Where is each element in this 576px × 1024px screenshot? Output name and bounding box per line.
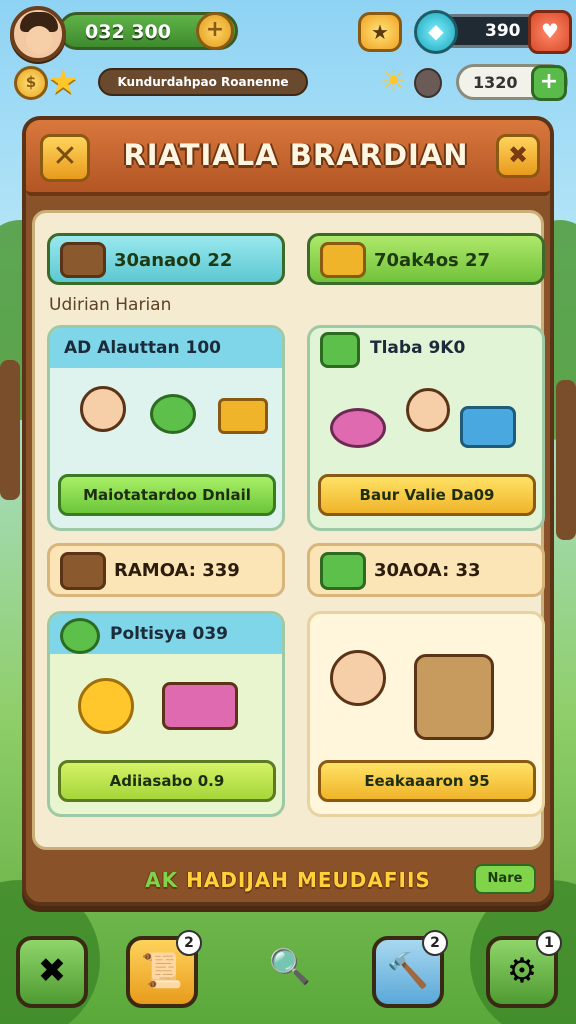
energy-add-button[interactable]: + — [531, 65, 567, 101]
leaf-icon — [320, 552, 366, 590]
footer-prefix: AK — [145, 868, 179, 892]
footer-text: HADIJAH MEUDAFIIS — [186, 868, 431, 892]
badge-icon — [60, 618, 100, 654]
card-3-button[interactable]: Adiiasabo 0.9 — [58, 760, 276, 802]
nav-glyph-1: ✖ — [37, 951, 67, 991]
pet-icon — [330, 408, 386, 448]
tab-button-1-label: 30anao0 22 — [114, 250, 233, 271]
nav-glyph-5: ⚙ — [506, 951, 538, 991]
character-icon — [80, 386, 126, 432]
tab-button-2-label: 70ak4os 27 — [374, 250, 491, 271]
reward-card-3[interactable]: Poltisya 039 Adiiasabo 0.9 — [47, 611, 285, 817]
close-button[interactable]: ✖ — [496, 134, 540, 178]
settings-icon[interactable]: ⚙ 1 — [486, 930, 562, 1008]
tab-button-1[interactable]: 30anao0 22 — [47, 233, 285, 285]
reward-row-2-label: 30AOA: 33 — [374, 560, 481, 581]
status-row: $ ★ Kundurdahpao Roanenne ☀ 1320 + — [0, 58, 576, 106]
reward-row-2[interactable]: 30AOA: 33 — [307, 543, 545, 597]
scroll-icon[interactable]: 📜 2 — [126, 930, 202, 1008]
plus-icon[interactable]: + — [196, 12, 234, 50]
diamond-icon: ◆ — [414, 10, 458, 54]
rewards-panel: ✕ RIATIALA BRARDIAN ✖ 30anao0 22 70ak4os… — [22, 116, 554, 906]
magnifier-icon[interactable]: 🔍 — [254, 936, 326, 1008]
device-icon — [414, 654, 494, 740]
close-icon[interactable]: ✖ — [16, 936, 88, 1008]
gold-bar-icon — [320, 242, 366, 278]
panel-footer: AK HADIJAH MEUDAFIIS — [36, 860, 540, 900]
reward-row-1[interactable]: RAMOA: 339 — [47, 543, 285, 597]
nav-glyph-4: 🔨 — [386, 951, 430, 991]
sun-icon: ☀ — [380, 64, 407, 99]
energy-counter: 1320 + — [456, 64, 568, 101]
player-name: Kundurdahpao Roanenne — [98, 68, 308, 96]
coin-amount: 032 300 — [85, 21, 171, 43]
gem-amount: 390 — [485, 21, 521, 41]
hammer-badge: 2 — [422, 930, 448, 956]
chest-icon — [60, 242, 106, 278]
energy-amount: 1320 — [473, 73, 518, 92]
character-icon — [330, 650, 386, 706]
top-bar: 032 300 + 390 ★ ◆ ♥ — [6, 4, 572, 62]
box-icon — [162, 682, 238, 730]
panel-banner: ✕ RIATIALA BRARDIAN ✖ — [26, 120, 550, 196]
swords-icon: ✕ — [40, 134, 90, 182]
dragon-icon — [150, 394, 196, 434]
stone-icon — [414, 68, 442, 98]
star-icon: ★ — [48, 62, 79, 102]
nav-glyph-2: 📜 — [140, 951, 184, 991]
panel-title: RIATIALA BRARDIAN — [123, 138, 469, 172]
nav-glyph-3: 🔍 — [268, 947, 312, 987]
chest-icon — [60, 552, 106, 590]
panel-content: 30anao0 22 70ak4os 27 Udirian Harian AD … — [32, 210, 545, 850]
card-2-button[interactable]: Baur Valie Da09 — [318, 474, 536, 516]
settings-badge: 1 — [536, 930, 562, 956]
scroll-badge: 2 — [176, 930, 202, 956]
coin-icon — [78, 678, 134, 734]
character-icon — [406, 388, 450, 432]
reward-card-4[interactable]: Eeakaaaron 95 — [307, 611, 545, 817]
card-1-button[interactable]: Maiotatardoo Dnlail — [58, 474, 276, 516]
crystal-icon — [460, 406, 516, 448]
reward-card-2[interactable]: Tlaba 9K0 Baur Valie Da09 — [307, 325, 545, 531]
tab-button-2[interactable]: 70ak4os 27 — [307, 233, 545, 285]
hammer-icon[interactable]: 🔨 2 — [372, 930, 448, 1008]
reward-row-1-label: RAMOA: 339 — [114, 560, 240, 581]
treasure-icon[interactable]: ★ — [358, 12, 402, 52]
card-4-button[interactable]: Eeakaaaron 95 — [318, 760, 536, 802]
treasure-chest-icon — [218, 398, 268, 434]
more-button[interactable]: Nare — [474, 864, 536, 894]
card-3-button-label: Adiiasabo 0.9 — [109, 772, 225, 790]
section-label: Udirian Harian — [49, 295, 172, 315]
gift-icon — [320, 332, 360, 368]
coin-icon: $ — [14, 66, 48, 100]
avatar[interactable] — [10, 6, 66, 62]
heart-icon[interactable]: ♥ — [528, 10, 572, 54]
card-1-title: AD Alauttan 100 — [50, 328, 282, 368]
reward-card-1[interactable]: AD Alauttan 100 Maiotatardoo Dnlail — [47, 325, 285, 531]
